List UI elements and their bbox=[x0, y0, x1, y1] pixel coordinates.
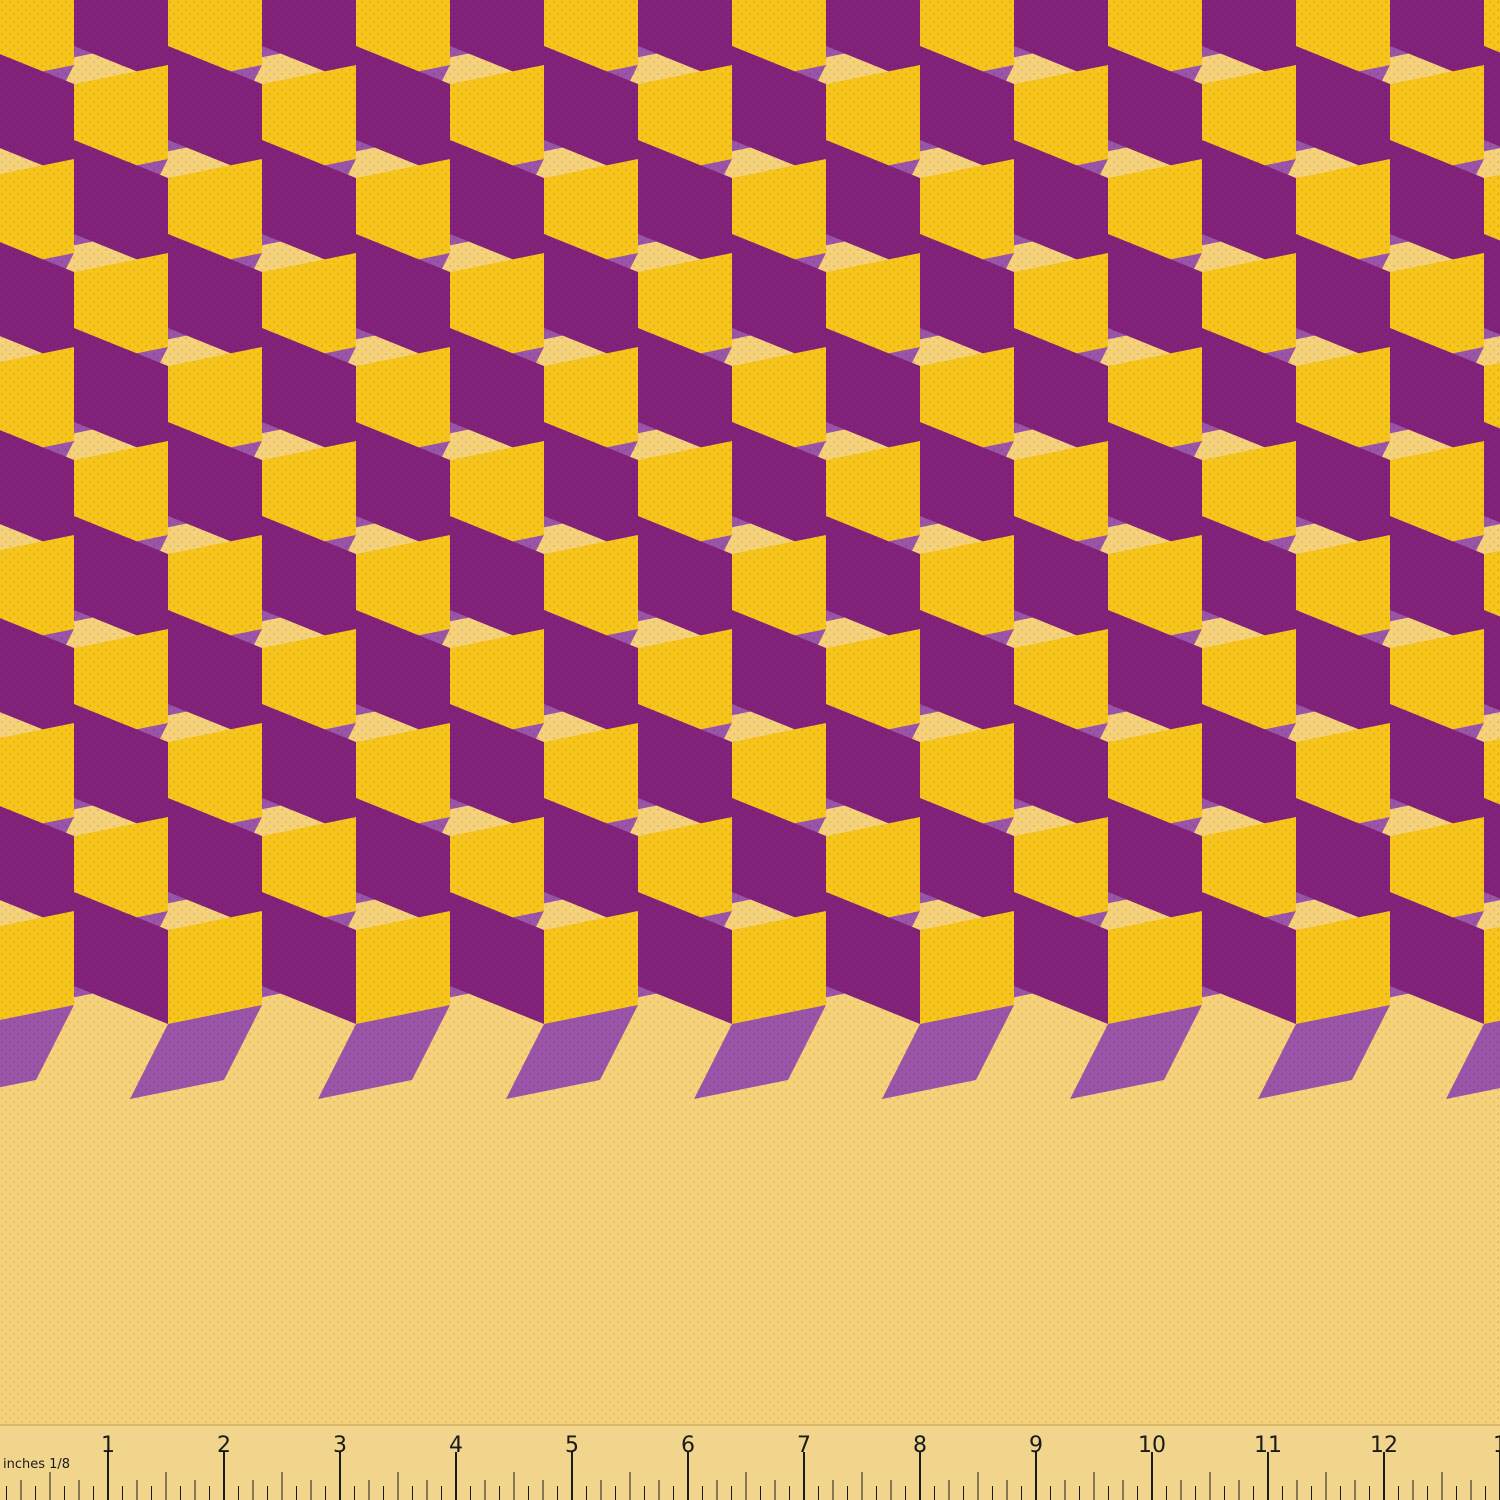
fabric-pattern bbox=[0, 0, 1500, 1500]
weave-texture bbox=[0, 0, 1500, 1500]
